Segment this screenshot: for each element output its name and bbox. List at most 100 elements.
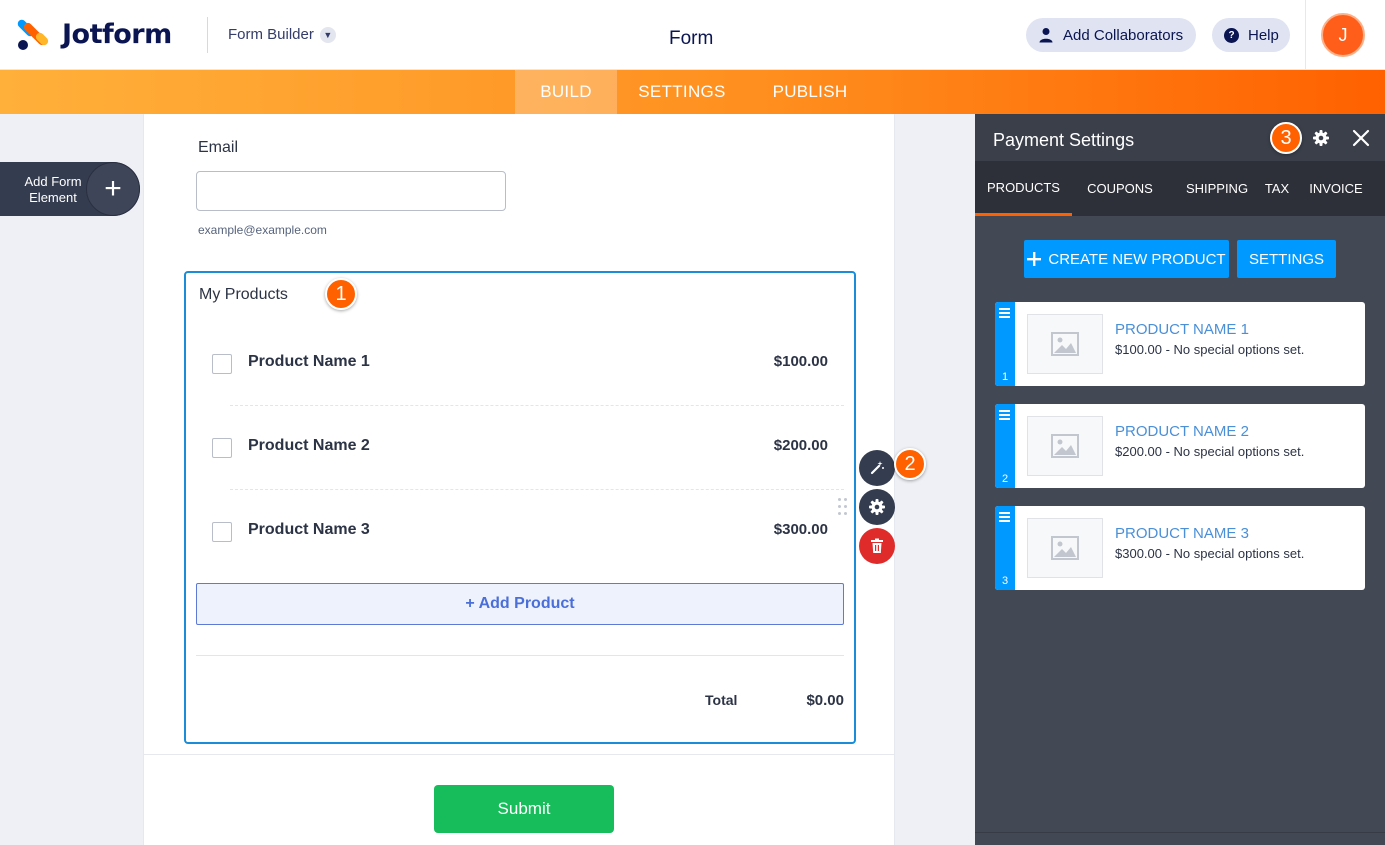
product-card[interactable]: 3 PRODUCT NAME 3 $300.00 - No special op… xyxy=(995,506,1365,590)
add-product-button[interactable]: + Add Product xyxy=(196,583,844,625)
products-title: My Products xyxy=(199,286,288,303)
product-checkbox[interactable] xyxy=(212,354,232,374)
builder-nav: BUILD SETTINGS PUBLISH xyxy=(0,70,1385,114)
help-label: Help xyxy=(1248,26,1279,44)
help-icon: ? xyxy=(1224,27,1239,43)
product-price: $100.00 xyxy=(773,353,828,370)
callout-badge-2: 2 xyxy=(894,448,926,480)
product-checkbox[interactable] xyxy=(212,438,232,458)
submit-button[interactable]: Submit xyxy=(434,785,614,833)
product-row: Product Name 1 $100.00 xyxy=(186,331,854,415)
product-row: Product Name 2 $200.00 xyxy=(186,415,854,499)
product-card-name[interactable]: PRODUCT NAME 1 xyxy=(1115,321,1249,338)
product-card-description: $300.00 - No special options set. xyxy=(1115,546,1305,561)
product-card-description: $100.00 - No special options set. xyxy=(1115,342,1305,357)
plus-icon: + xyxy=(86,162,140,216)
close-icon[interactable] xyxy=(1352,129,1370,147)
product-checkbox[interactable] xyxy=(212,522,232,542)
add-collaborators-button[interactable]: Add Collaborators xyxy=(1026,18,1196,52)
drag-handle[interactable]: 3 xyxy=(995,506,1015,590)
product-name: Product Name 1 xyxy=(248,353,370,370)
product-name: Product Name 3 xyxy=(248,521,370,538)
panel-header: Payment Settings xyxy=(975,114,1385,161)
tab-settings[interactable]: SETTINGS xyxy=(627,70,737,114)
product-image[interactable] xyxy=(1027,314,1103,374)
product-index: 3 xyxy=(1001,575,1009,587)
callout-badge-1: 1 xyxy=(325,278,357,310)
products-widget[interactable]: My Products Product Name 1 $100.00 Produ… xyxy=(184,271,856,744)
gear-icon xyxy=(869,499,885,515)
product-name: Product Name 2 xyxy=(248,437,370,454)
payment-settings-panel: Payment Settings PRODUCTS COUPONS SHIPPI… xyxy=(975,114,1385,845)
tab-coupons[interactable]: COUPONS xyxy=(1080,161,1160,216)
gear-icon[interactable] xyxy=(1312,129,1330,147)
jotform-logo[interactable]: Jotform xyxy=(15,18,172,53)
drag-handle[interactable]: 1 xyxy=(995,302,1015,386)
magic-wand-icon xyxy=(870,461,884,475)
divider xyxy=(1305,0,1306,70)
total-label: Total xyxy=(705,692,738,708)
form-builder-menu[interactable]: Form Builder ▼ xyxy=(228,26,336,43)
tab-shipping[interactable]: SHIPPING xyxy=(1180,161,1254,216)
product-price: $300.00 xyxy=(773,521,828,538)
callout-badge-3: 3 xyxy=(1270,122,1302,154)
email-field[interactable] xyxy=(196,171,506,211)
tab-tax[interactable]: TAX xyxy=(1259,161,1295,216)
product-card[interactable]: 1 PRODUCT NAME 1 $100.00 - No special op… xyxy=(995,302,1365,386)
avatar[interactable]: J xyxy=(1321,13,1365,57)
email-label: Email xyxy=(198,139,239,156)
product-image[interactable] xyxy=(1027,518,1103,578)
form-canvas: Email example@example.com My Products Pr… xyxy=(143,114,895,845)
canvas-divider xyxy=(144,754,894,755)
divider xyxy=(207,17,208,53)
product-index: 1 xyxy=(1001,371,1009,383)
product-image[interactable] xyxy=(1027,416,1103,476)
drag-handle-icon xyxy=(999,512,1010,524)
jotform-logo-icon xyxy=(15,18,50,53)
product-index: 2 xyxy=(1001,473,1009,485)
drag-handle-icon xyxy=(999,410,1010,422)
add-form-element-label: Add Form Element xyxy=(24,174,82,205)
plus-icon xyxy=(1027,252,1042,266)
product-card-description: $200.00 - No special options set. xyxy=(1115,444,1305,459)
tab-build[interactable]: BUILD xyxy=(515,70,617,114)
drag-handle-icon xyxy=(999,308,1010,320)
delete-field-button[interactable] xyxy=(859,528,895,564)
image-placeholder-icon xyxy=(1051,536,1079,560)
drag-handle-icon[interactable] xyxy=(838,498,848,518)
payment-tabs: PRODUCTS COUPONS SHIPPING TAX INVOICE xyxy=(975,161,1385,216)
panel-footer-divider xyxy=(975,832,1385,833)
field-properties-button[interactable] xyxy=(859,489,895,525)
product-divider xyxy=(230,489,844,490)
product-card[interactable]: 2 PRODUCT NAME 2 $200.00 - No special op… xyxy=(995,404,1365,488)
form-builder-label: Form Builder xyxy=(228,26,314,43)
add-form-element-button[interactable]: Add Form Element + xyxy=(0,162,140,216)
product-row: Product Name 3 $300.00 xyxy=(186,499,854,583)
help-button[interactable]: ? Help xyxy=(1212,18,1290,52)
total-value: $0.00 xyxy=(806,692,844,709)
image-placeholder-icon xyxy=(1051,434,1079,458)
product-divider xyxy=(230,405,844,406)
product-card-name[interactable]: PRODUCT NAME 3 xyxy=(1115,525,1249,542)
trash-icon xyxy=(871,538,883,553)
logo-text: Jotform xyxy=(62,18,172,50)
tab-publish[interactable]: PUBLISH xyxy=(760,70,860,114)
add-collaborators-label: Add Collaborators xyxy=(1063,26,1184,44)
drag-handle[interactable]: 2 xyxy=(995,404,1015,488)
image-placeholder-icon xyxy=(1051,332,1079,356)
create-new-product-label: CREATE NEW PRODUCT xyxy=(1048,250,1226,268)
user-icon xyxy=(1039,28,1053,43)
chevron-down-icon: ▼ xyxy=(319,26,336,43)
product-price: $200.00 xyxy=(773,437,828,454)
total-divider xyxy=(196,655,844,656)
top-bar: Jotform Form Builder ▼ Form Add Collabor… xyxy=(0,0,1385,70)
panel-title: Payment Settings xyxy=(993,130,1135,150)
wizard-button[interactable] xyxy=(859,450,895,486)
product-card-name[interactable]: PRODUCT NAME 2 xyxy=(1115,423,1249,440)
tab-products[interactable]: PRODUCTS xyxy=(975,161,1072,216)
create-new-product-button[interactable]: CREATE NEW PRODUCT xyxy=(1024,240,1229,278)
email-sublabel: example@example.com xyxy=(198,223,327,237)
page-title[interactable]: Form xyxy=(669,28,713,50)
tab-invoice[interactable]: INVOICE xyxy=(1305,161,1367,216)
payment-settings-button[interactable]: SETTINGS xyxy=(1237,240,1336,278)
